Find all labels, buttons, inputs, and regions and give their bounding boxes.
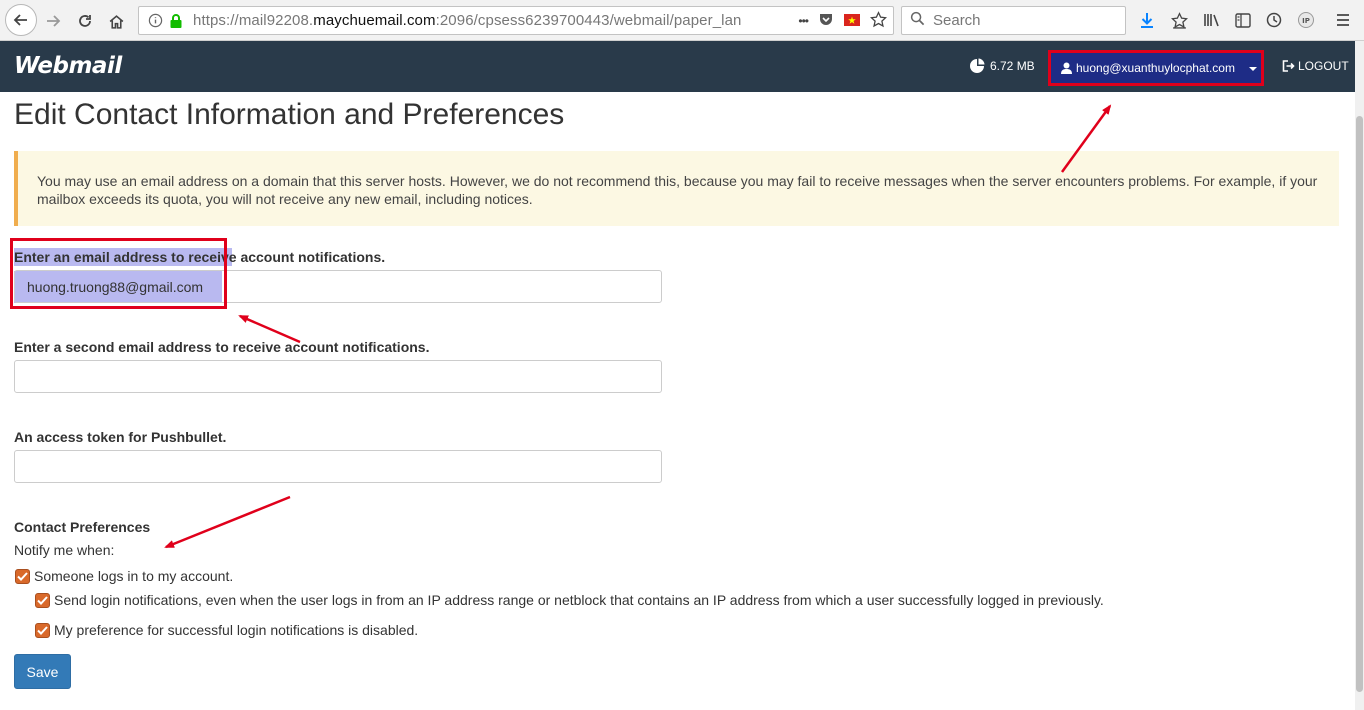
netblock-checkbox[interactable] (35, 592, 50, 608)
sidebar-icon[interactable] (1234, 11, 1252, 29)
second-email-field[interactable] (14, 360, 662, 393)
contact-preferences-title: Contact Preferences (14, 519, 151, 535)
bookmark-star-icon[interactable] (869, 10, 888, 32)
back-button[interactable] (5, 4, 37, 36)
logout-icon (1282, 60, 1295, 72)
disabled-notice-checkbox[interactable] (35, 622, 50, 638)
login-checkbox-label: Someone logs in to my account. (34, 568, 234, 584)
search-icon (910, 11, 925, 30)
history-clock-icon[interactable] (1265, 11, 1283, 29)
library-icon[interactable] (1203, 11, 1221, 29)
disabled-notice-checkbox-label: My preference for successful login notif… (54, 622, 419, 638)
user-email: huong@xuanthuylocphat.com (1076, 61, 1235, 75)
save-button[interactable]: Save (14, 654, 71, 689)
pref-netblock-checkbox-row[interactable]: Send login notifications, even when the … (35, 592, 1104, 608)
checkmark-icon (37, 595, 48, 605)
disk-quota: 6.72 MB (969, 58, 1035, 74)
home-button[interactable] (101, 6, 131, 36)
vietnam-flag-icon (844, 13, 860, 30)
pushbullet-token-field[interactable] (14, 450, 662, 483)
forward-button[interactable] (38, 6, 68, 36)
page-actions-button[interactable]: ••• (798, 14, 809, 28)
scrollbar-thumb[interactable] (1356, 116, 1363, 692)
reload-icon (79, 15, 91, 27)
arrow-to-contact-preferences (164, 495, 291, 549)
address-bar[interactable]: https://mail92208.maychuemail.com:2096/c… (138, 6, 894, 35)
browser-search-input[interactable]: Search (901, 6, 1126, 35)
pref-login-checkbox-row[interactable]: Someone logs in to my account. (15, 568, 233, 584)
user-icon (1061, 62, 1072, 74)
pushbullet-label: An access token for Pushbullet. (14, 429, 227, 445)
quota-value: 6.72 MB (990, 59, 1035, 73)
ip-extension-icon[interactable]: IP (1297, 11, 1315, 29)
url-text: https://mail92208.maychuemail.com:2096/c… (193, 12, 742, 29)
pie-chart-icon (970, 58, 985, 73)
page-scrollbar[interactable] (1355, 41, 1364, 710)
reading-list-star-icon[interactable] (1170, 11, 1188, 29)
webmail-header: Webmail 6.72 MB huong@xuanthuylocphat.co… (0, 41, 1355, 92)
lock-icon (169, 13, 185, 29)
notify-me-label: Notify me when: (14, 542, 115, 558)
caret-down-icon (1249, 67, 1257, 71)
checkmark-icon (17, 571, 28, 581)
page-title: Edit Contact Information and Preferences (14, 98, 565, 131)
back-arrow-icon (13, 14, 27, 26)
svg-text:IP: IP (1302, 17, 1310, 25)
pref-disabled-checkbox-row[interactable]: My preference for successful login notif… (35, 622, 418, 638)
user-menu-dropdown[interactable]: huong@xuanthuylocphat.com (1048, 50, 1264, 86)
info-icon[interactable] (147, 13, 163, 29)
hamburger-menu-icon[interactable] (1334, 11, 1352, 29)
second-email-label: Enter a second email address to receive … (14, 339, 430, 355)
checkmark-icon (37, 625, 48, 635)
browser-toolbar: https://mail92208.maychuemail.com:2096/c… (0, 0, 1364, 41)
webmail-logo[interactable]: Webmail (14, 53, 122, 79)
annotation-box-email (10, 238, 227, 309)
pocket-icon[interactable] (818, 11, 834, 31)
logout-button[interactable]: LOGOUT (1282, 59, 1349, 73)
logout-label: LOGOUT (1298, 59, 1349, 73)
login-checkbox[interactable] (15, 568, 30, 584)
home-icon (109, 14, 123, 29)
download-icon[interactable] (1138, 11, 1156, 29)
reload-button[interactable] (70, 6, 100, 36)
netblock-checkbox-label: Send login notifications, even when the … (54, 592, 1104, 608)
forward-arrow-icon (47, 15, 61, 27)
warning-alert: You may use an email address on a domain… (14, 151, 1339, 226)
